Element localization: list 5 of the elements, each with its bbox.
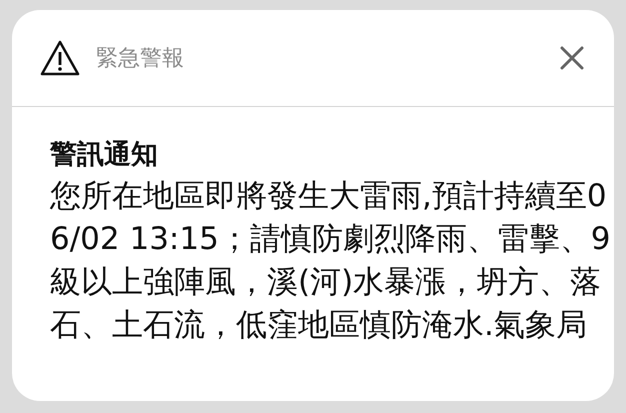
app-name: 緊急警報 [96, 45, 185, 73]
warning-icon [40, 40, 80, 76]
close-button[interactable] [558, 44, 586, 72]
alert-message: 您所在地區即將發生大雷雨,預計持續至06/02 13:15；請慎防劇烈降雨、雷擊、9級以上強陣風，溪(河)水暴漲，坍方、落石、土石流，低窪地區慎防淹水.氣象局 [50, 177, 612, 345]
alert-title: 警訊通知 [50, 138, 159, 172]
